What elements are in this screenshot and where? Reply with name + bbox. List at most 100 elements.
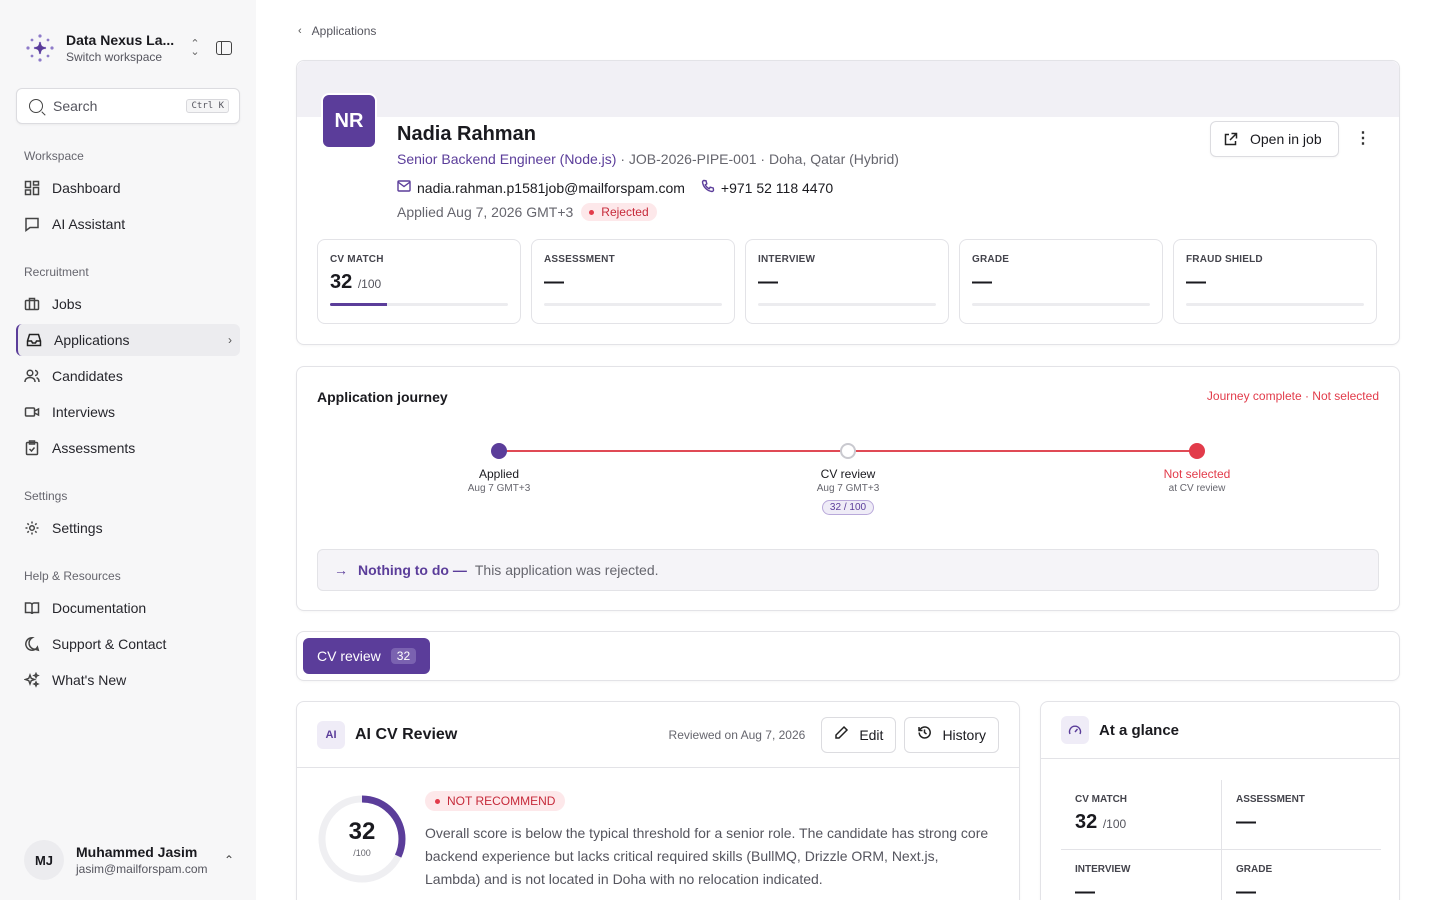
metric-label: ASSESSMENT	[544, 254, 615, 265]
glance-value: —	[1236, 811, 1367, 834]
tab-count: 32	[390, 648, 417, 664]
metric-label: INTERVIEW	[758, 254, 816, 265]
recommendation-label: NOT RECOMMEND	[447, 794, 556, 808]
sidebar-item-label: What's New	[52, 672, 127, 688]
metric-progress	[330, 303, 508, 306]
journey-node-not-selected	[1189, 443, 1205, 459]
workspace-logo-icon	[24, 32, 56, 64]
chevron-left-icon: ‹	[298, 25, 302, 37]
job-meta: · JOB-2026-PIPE-001 · Doha, Qatar (Hybri…	[620, 151, 899, 167]
next-action-text: This application was rejected.	[474, 562, 659, 578]
tab-cv-review[interactable]: CV review 32	[303, 638, 431, 674]
candidate-email[interactable]: nadia.rahman.p1581job@mailforspam.com	[417, 180, 685, 196]
journey-title: Application journey	[317, 389, 448, 405]
sidebar-item-label: Documentation	[52, 600, 147, 616]
clipboard-icon	[24, 440, 40, 456]
journey-step-date: Aug 7 GMT+3	[816, 483, 880, 494]
glance-cv-match: CV MATCH 32 /100	[1061, 780, 1221, 850]
history-button[interactable]: History	[904, 716, 999, 753]
journey-score-chip: 32 / 100	[821, 500, 875, 515]
sidebar-item-whats-new[interactable]: What's New	[16, 664, 240, 696]
metric-progress-fill	[330, 303, 387, 306]
edit-button[interactable]: Edit	[821, 716, 897, 753]
sidebar-item-applications[interactable]: Applications ›	[16, 324, 240, 356]
status-badge: Rejected	[581, 203, 657, 221]
arrow-right-icon: →	[334, 562, 348, 578]
open-in-job-button[interactable]: Open in job	[1210, 121, 1339, 157]
workspace-switch-label: Switch workspace	[66, 50, 163, 64]
glance-label: ASSESSMENT	[1236, 794, 1305, 805]
metric-fraud-shield: FRAUD SHIELD —	[1173, 239, 1377, 324]
search-shortcut: Ctrl K	[186, 99, 229, 113]
ai-cv-review-header: AI AI CV Review Reviewed on Aug 7, 2026 …	[297, 702, 1019, 768]
sparkles-icon	[24, 672, 40, 688]
more-vertical-icon[interactable]: ⋮	[1355, 129, 1371, 149]
metric-grade: GRADE —	[959, 239, 1163, 324]
sidebar-item-documentation[interactable]: Documentation	[16, 592, 240, 624]
glance-grid: CV MATCH 32 /100 ASSESSMENT — INTERVIEW — GR…	[1061, 780, 1381, 900]
metric-label: GRADE	[972, 254, 1010, 265]
sidebar-item-support[interactable]: Support & Contact	[16, 628, 240, 660]
ai-badge-icon: AI	[317, 720, 345, 749]
glance-number: —	[1236, 881, 1256, 900]
gauge-icon	[1061, 716, 1089, 744]
avatar: MJ	[24, 840, 64, 880]
glance-label: INTERVIEW	[1075, 864, 1131, 875]
breadcrumb-applications: Applications	[311, 24, 377, 38]
glance-number: 32	[1075, 811, 1098, 833]
metric-number: —	[1186, 271, 1206, 293]
search-icon	[29, 99, 43, 113]
metric-progress	[1186, 303, 1364, 306]
sidebar-item-label: Jobs	[52, 296, 82, 312]
candidate-role-line: Senior Backend Engineer (Node.js) · JOB-…	[397, 151, 899, 167]
sidebar-item-dashboard[interactable]: Dashboard	[16, 172, 240, 204]
glance-value: 32 /100	[1075, 811, 1207, 834]
review-summary: Overall score is below the typical thres…	[425, 825, 989, 887]
sidebar-toggle-icon[interactable]	[216, 41, 232, 55]
sidebar-item-label: Settings	[52, 520, 103, 536]
workspace-switcher[interactable]: Data Nexus La... Switch workspace ⌃ ⌄	[0, 0, 256, 70]
score-denominator: /100	[353, 848, 371, 858]
glance-number: —	[1236, 811, 1256, 833]
metric-interview: INTERVIEW —	[745, 239, 949, 324]
open-in-job-label: Open in job	[1250, 131, 1322, 147]
glance-assessment: ASSESSMENT —	[1221, 780, 1381, 850]
candidate-phone[interactable]: +971 52 118 4470	[721, 180, 833, 196]
candidate-profile-card: NR Nadia Rahman Senior Backend Engineer …	[296, 60, 1400, 345]
sidebar-item-jobs[interactable]: Jobs	[16, 288, 240, 320]
breadcrumb[interactable]: ‹ Applications	[298, 24, 376, 38]
recommendation-badge: NOT RECOMMEND	[425, 791, 566, 811]
journey-step-date: Aug 7 GMT+3	[467, 483, 531, 494]
user-menu[interactable]: MJ Muhammed Jasim jasim@mailforspam.com …	[16, 840, 240, 880]
journey-node-applied	[491, 443, 507, 459]
sidebar-item-candidates[interactable]: Candidates	[16, 360, 240, 392]
nav-section-help: Help & Resources	[24, 569, 121, 583]
sidebar-item-assessments[interactable]: Assessments	[16, 432, 240, 464]
nav-section-recruitment: Recruitment	[24, 265, 89, 279]
next-action-banner: → Nothing to do — This application was r…	[317, 549, 1379, 591]
reviewed-date: Reviewed on Aug 7, 2026	[668, 727, 806, 742]
candidate-contact: nadia.rahman.p1581job@mailforspam.com +9…	[397, 179, 833, 196]
sidebar-item-settings[interactable]: Settings	[16, 512, 240, 544]
sidebar-item-label: Assessments	[52, 440, 136, 456]
candidate-name: Nadia Rahman	[397, 123, 536, 145]
score-value: 32	[348, 818, 376, 845]
journey-step-applied: Applied Aug 7 GMT+3	[429, 467, 569, 494]
metric-label: CV MATCH	[330, 254, 384, 265]
history-label: History	[942, 726, 986, 743]
metric-progress	[972, 303, 1150, 306]
glance-label: GRADE	[1236, 864, 1273, 875]
edit-label: Edit	[859, 726, 884, 743]
at-a-glance-title: At a glance	[1099, 721, 1180, 739]
glance-grade: GRADE —	[1221, 850, 1381, 900]
sidebar-item-interviews[interactable]: Interviews	[16, 396, 240, 428]
search-input[interactable]: Search Ctrl K	[16, 88, 240, 124]
phone-icon	[701, 179, 715, 196]
user-email: jasim@mailforspam.com	[76, 862, 208, 876]
sidebar-item-ai-assistant[interactable]: AI Assistant	[16, 208, 240, 240]
metric-value: —	[544, 271, 722, 297]
application-journey-card: Application journey Journey complete · N…	[296, 366, 1400, 611]
job-title-link[interactable]: Senior Backend Engineer (Node.js)	[397, 151, 616, 167]
search-placeholder: Search	[53, 98, 98, 114]
status-dot-icon	[589, 209, 595, 215]
